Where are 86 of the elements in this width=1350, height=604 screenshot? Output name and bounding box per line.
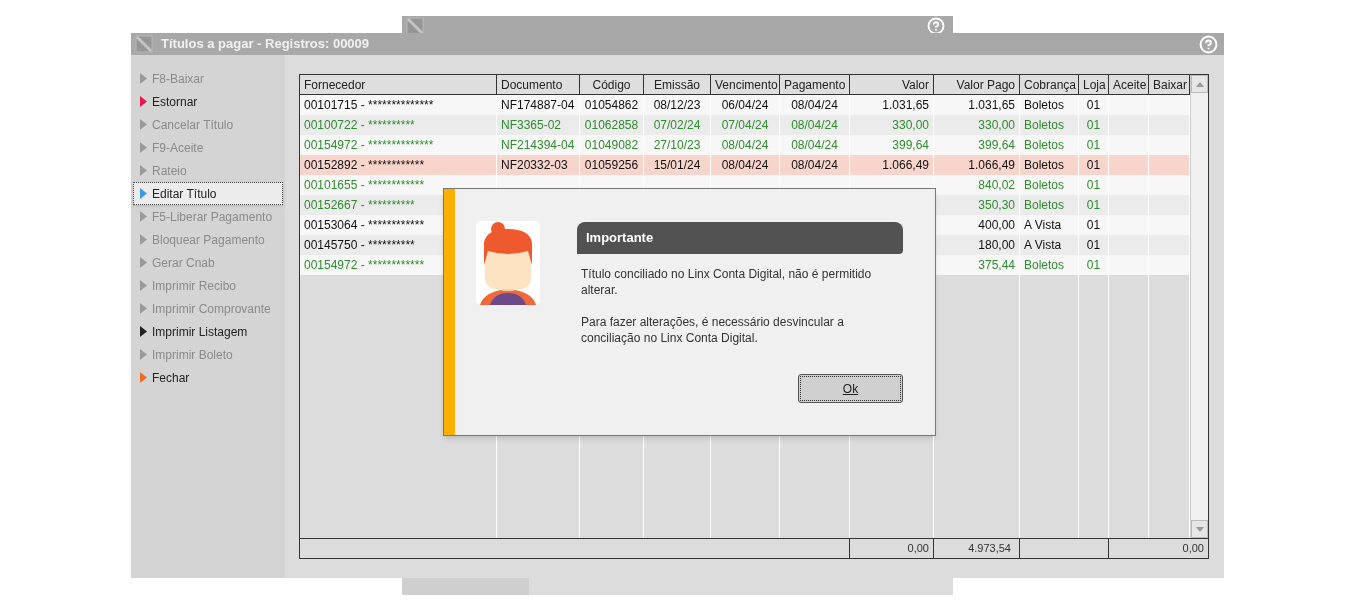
table-cell-text: 00152892 - ************: [304, 157, 426, 174]
table-cell-text: 01: [1085, 197, 1102, 214]
table-cell-text: 00152667 - **********: [304, 197, 416, 214]
table-cell-text: 01059256: [584, 157, 639, 174]
table-cell-text: 27/10/23: [652, 137, 702, 154]
table-cell-text: Boletos: [1024, 157, 1066, 174]
avatar-icon: [476, 221, 540, 305]
table-cell-text: 01: [1085, 217, 1102, 234]
help-icon[interactable]: [927, 17, 945, 35]
table-cell-text: 01: [1085, 257, 1102, 274]
table-cell-text: 00154972 - **************: [304, 137, 435, 154]
sidebar-item[interactable]: Editar Título: [133, 182, 283, 205]
table-cell-text: 01062858: [584, 117, 639, 134]
table-row[interactable]: 00101715 - ************** NF174887-04 01054862 08/12/23 06/04/24 08/04/24 1.031,65 1.031,65 Boletos 01: [300, 95, 1190, 115]
app-logo-icon: [135, 35, 153, 53]
table-cell-text: Boletos: [1024, 257, 1066, 274]
table-cell-text: 08/04/24: [720, 137, 770, 154]
table-row[interactable]: 00152892 - ************ NF20332-03 01059256 15/01/24 08/04/24 08/04/24 1.066,49 1.066,49 Boletos 01: [300, 155, 1190, 175]
up-arrow-icon: [1195, 81, 1204, 87]
table-cell-text: NF174887-04: [501, 97, 575, 114]
table-cell-text: 00100722 - **********: [304, 117, 416, 134]
message-text: Título conciliado no Linx Conta Digital, não é permitido alterar.: [581, 266, 873, 298]
ok-button[interactable]: Ok: [798, 374, 903, 403]
table-cell-text: 06/04/24: [720, 97, 770, 114]
scrollbar[interactable]: [1190, 75, 1208, 538]
scroll-down-button[interactable]: [1191, 520, 1208, 538]
table-cell-text: Boletos: [1024, 137, 1066, 154]
table-cell-text: 00145750 - **********: [304, 237, 416, 254]
table-cell-text: Boletos: [1024, 117, 1066, 134]
help-icon[interactable]: [1199, 34, 1218, 54]
table-cell-text: 01049082: [584, 137, 639, 154]
table-cell-text: 00101715 - **************: [304, 97, 435, 114]
table-cell-text: 399,64: [977, 137, 1015, 154]
dialog-title: Importante: [577, 222, 903, 254]
total-value: 0,00: [907, 542, 929, 554]
sidebar-item[interactable]: Estornar: [133, 90, 283, 113]
table-cell-text: 01: [1085, 177, 1102, 194]
table-cell-text: 330,00: [977, 117, 1015, 134]
down-arrow-icon: [1195, 526, 1204, 532]
table-cell-text: 08/04/24: [720, 157, 770, 174]
table-cell-text: 375,44: [977, 257, 1015, 274]
table-cell-text: Boletos: [1024, 197, 1066, 214]
table-cell-text: 180,00: [977, 237, 1015, 254]
table-cell-text: 15/01/24: [652, 157, 702, 174]
table-cell-text: 08/04/24: [790, 117, 839, 134]
sidebar-item[interactable]: Fechar: [133, 366, 283, 389]
table-cell-text: 01: [1085, 237, 1102, 254]
table-cell-text: 00101655 - ************: [304, 177, 426, 194]
table-cell-text: 400,00: [977, 217, 1015, 234]
table-cell-text: NF3365-02: [501, 117, 563, 134]
table-cell-text: 01054862: [584, 97, 639, 114]
table-cell-text: NF20332-03: [501, 157, 569, 174]
total-value: 4.973,54: [968, 542, 1011, 554]
table-cell-text: 08/12/23: [652, 97, 702, 114]
table-cell-text: Boletos: [1024, 97, 1066, 114]
table-cell-text: 07/04/24: [720, 117, 770, 134]
table-row[interactable]: 00100722 - ********** NF3365-02 01062858 07/02/24 07/04/24 08/04/24 330,00 330,00 Boletos 01: [300, 115, 1190, 135]
table-cell-text: 01: [1085, 97, 1102, 114]
table-cell-text: 1.066,49: [881, 157, 929, 174]
table-cell-text: 1.031,65: [967, 97, 1015, 114]
app-logo-icon: [406, 17, 424, 35]
table-row[interactable]: 00154972 - ************** NF214394-04 01049082 27/10/23 08/04/24 08/04/24 399,64 399,64 Boletos 01: [300, 135, 1190, 155]
table-cell-text: 1.031,65: [881, 97, 929, 114]
table-cell-text: 00154972 - ************: [304, 257, 426, 274]
table-cell-text: 07/02/24: [652, 117, 702, 134]
table-cell-text: 840,02: [977, 177, 1015, 194]
table-cell-text: 01: [1085, 117, 1102, 134]
table-cell-text: A Vista: [1024, 237, 1063, 254]
table-cell-text: A Vista: [1024, 217, 1063, 234]
table-cell-text: 08/04/24: [790, 97, 839, 114]
table-cell-text: 01: [1085, 137, 1102, 154]
table-cell-text: NF214394-04: [501, 137, 575, 154]
message-text: Para fazer alterações, é necessário desvincular a conciliação no Linx Conta Digital.: [581, 314, 845, 346]
table-cell-text: 01: [1085, 157, 1102, 174]
table-cell-text: 350,30: [977, 197, 1015, 214]
table-cell-text: Boletos: [1024, 177, 1066, 194]
table-cell-text: 08/04/24: [790, 157, 839, 174]
table-cell-text: 330,00: [891, 117, 929, 134]
table-cell-text: 00153064 - ************: [304, 217, 426, 234]
table-cell-text: 1.066,49: [967, 157, 1015, 174]
table-cell-text: 399,64: [891, 137, 929, 154]
sidebar-item[interactable]: Imprimir Listagem: [133, 320, 283, 343]
total-value: 0,00: [1182, 542, 1204, 554]
scroll-up-button[interactable]: [1191, 75, 1208, 93]
window-title: Títulos a pagar - Registros: 00009: [161, 35, 370, 54]
table-cell-text: 08/04/24: [790, 137, 839, 154]
